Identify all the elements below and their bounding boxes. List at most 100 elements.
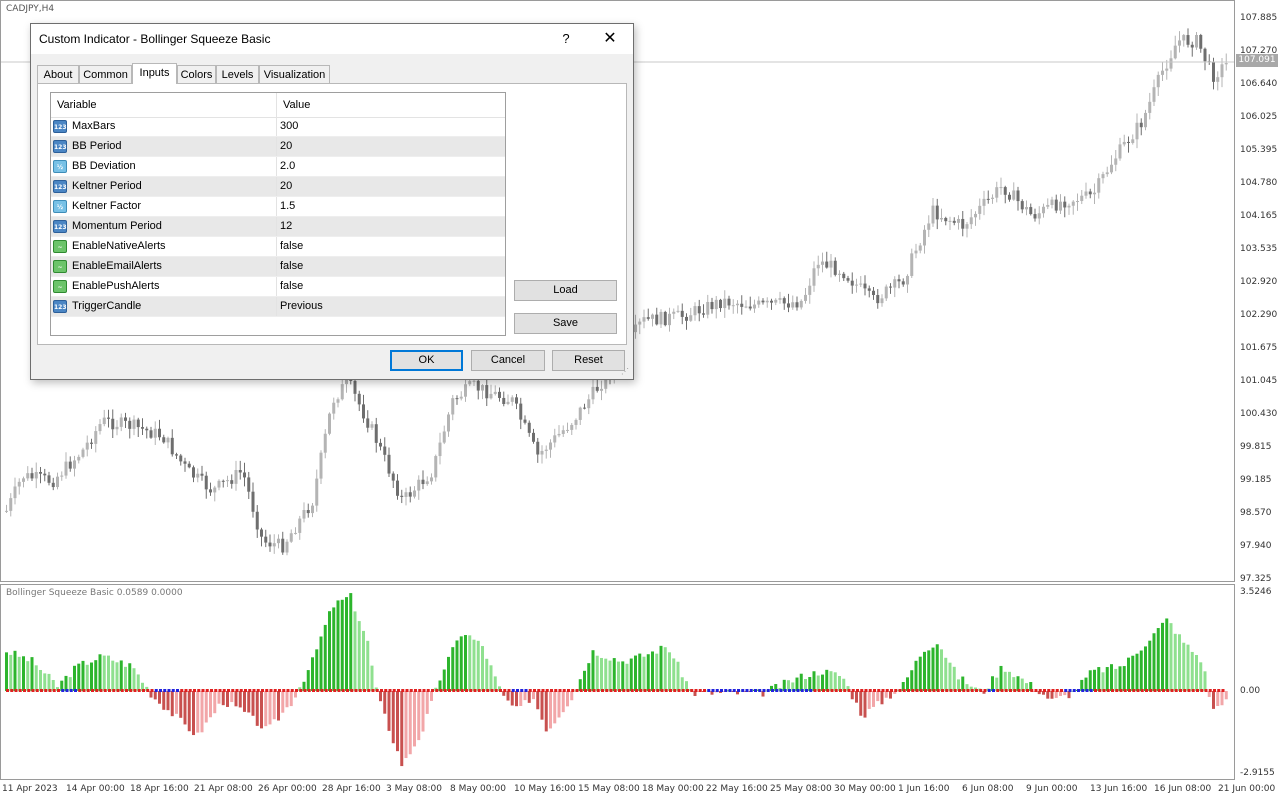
save-button[interactable]: Save (514, 313, 617, 334)
candle-body (1033, 214, 1037, 219)
candle-body (73, 460, 76, 469)
histogram-bar (230, 691, 234, 703)
squeeze-dot (1204, 689, 1208, 692)
input-row[interactable]: 123 TriggerCandle Previous (51, 297, 505, 317)
squeeze-dot (231, 689, 235, 692)
input-row[interactable]: 123 Keltner Period 20 (51, 177, 505, 197)
squeeze-dot (813, 689, 817, 692)
candle-body (906, 275, 909, 285)
histogram-bar (1003, 671, 1007, 691)
histogram-bar (612, 658, 616, 691)
histogram-bar (1105, 667, 1109, 691)
candle-body (281, 538, 285, 553)
candle-body (974, 213, 977, 218)
indicator-window[interactable] (0, 584, 1235, 780)
input-row[interactable]: 123 Momentum Period 12 (51, 217, 505, 237)
candle-body (506, 401, 510, 405)
tab-visualization[interactable]: Visualization (259, 65, 330, 83)
inputs-grid[interactable]: Variable Value 123 MaxBars 300 123 BB Period… (50, 92, 506, 336)
column-variable[interactable]: Variable (57, 99, 97, 111)
input-value-field[interactable]: 12 (280, 220, 292, 232)
input-row[interactable]: ~ EnableNativeAlerts false (51, 237, 505, 257)
price-axis-label: 106.025 (1240, 112, 1278, 122)
input-row[interactable]: 123 BB Period 20 (51, 137, 505, 157)
input-value-field[interactable]: false (280, 260, 303, 272)
input-row[interactable]: ½ Keltner Factor 1.5 (51, 197, 505, 217)
tab-colors[interactable]: Colors (177, 65, 216, 83)
squeeze-dot (826, 689, 830, 692)
candle-body (1110, 164, 1113, 173)
candle-body (251, 491, 255, 512)
input-value-field[interactable]: false (280, 240, 303, 252)
squeeze-dot (584, 689, 587, 692)
squeeze-dot (269, 689, 273, 692)
input-value-field[interactable]: 20 (280, 180, 292, 192)
candle-body (600, 388, 603, 391)
input-row[interactable]: ~ EnablePushAlerts false (51, 277, 505, 297)
resize-grip-icon[interactable]: ⋰ (621, 367, 631, 377)
candle-body (714, 299, 718, 310)
histogram-bar (1220, 691, 1224, 706)
column-separator (276, 297, 277, 317)
tab-common[interactable]: Common (79, 65, 132, 83)
histogram-bar (247, 691, 251, 713)
tab-levels[interactable]: Levels (216, 65, 259, 83)
squeeze-dot (571, 689, 575, 692)
candle-body (519, 403, 523, 420)
squeeze-dot (1196, 689, 1199, 692)
custom-indicator-dialog[interactable]: Custom Indicator - Bollinger Squeeze Bas… (30, 23, 634, 380)
squeeze-dot (69, 689, 73, 692)
input-row[interactable]: 123 MaxBars 300 (51, 117, 505, 137)
integer-type-icon: 123 (53, 180, 67, 193)
input-value-field[interactable]: 2.0 (280, 160, 295, 172)
column-value[interactable]: Value (283, 99, 310, 111)
histogram-bar (328, 611, 331, 691)
squeeze-dot (1200, 689, 1204, 692)
squeeze-dot (550, 689, 553, 692)
input-value-field[interactable]: 20 (280, 140, 292, 152)
input-value-field[interactable]: 1.5 (280, 200, 295, 212)
input-row[interactable]: ~ EnableEmailAlerts false (51, 257, 505, 277)
candle-body (417, 479, 421, 491)
candle-body (578, 407, 582, 420)
histogram-bar (867, 691, 871, 709)
histogram-bar (523, 691, 527, 701)
reset-button[interactable]: Reset (552, 350, 625, 371)
squeeze-dot (57, 689, 60, 692)
ok-button[interactable]: OK (390, 350, 463, 371)
input-value-field[interactable]: false (280, 280, 303, 292)
candle-body (472, 380, 476, 382)
squeeze-dot (125, 689, 128, 692)
input-value-field[interactable]: Previous (280, 300, 323, 312)
cancel-button[interactable]: Cancel (471, 350, 545, 371)
squeeze-dot (728, 689, 732, 692)
histogram-bar (1101, 672, 1105, 691)
squeeze-dot (282, 689, 286, 692)
candle-body (553, 435, 557, 443)
squeeze-dot (796, 689, 800, 692)
input-value-field[interactable]: 300 (280, 120, 298, 132)
squeeze-dot (358, 689, 362, 692)
squeeze-dot (443, 689, 447, 692)
squeeze-dot (724, 689, 728, 692)
histogram-bar (1148, 640, 1152, 691)
time-axis-label: 26 Apr 00:00 (258, 784, 317, 794)
candle-body (795, 302, 799, 308)
squeeze-dot (537, 689, 541, 692)
squeeze-dot (652, 689, 655, 692)
histogram-bar (1067, 691, 1071, 699)
time-axis-label: 6 Jun 08:00 (962, 784, 1014, 794)
help-button[interactable]: ? (555, 29, 577, 49)
close-button[interactable]: ✕ (597, 29, 623, 49)
dialog-titlebar[interactable]: Custom Indicator - Bollinger Squeeze Bas… (31, 24, 633, 54)
input-row[interactable]: ½ BB Deviation 2.0 (51, 157, 505, 177)
tab-about[interactable]: About (37, 65, 79, 83)
squeeze-dot (371, 689, 375, 692)
histogram-bar (816, 675, 820, 691)
time-axis-label: 3 May 08:00 (386, 784, 442, 794)
squeeze-dot (932, 689, 936, 692)
load-button[interactable]: Load (514, 280, 617, 301)
tab-inputs[interactable]: Inputs (132, 63, 177, 84)
histogram-bar (217, 691, 221, 704)
histogram-bar (277, 691, 280, 721)
